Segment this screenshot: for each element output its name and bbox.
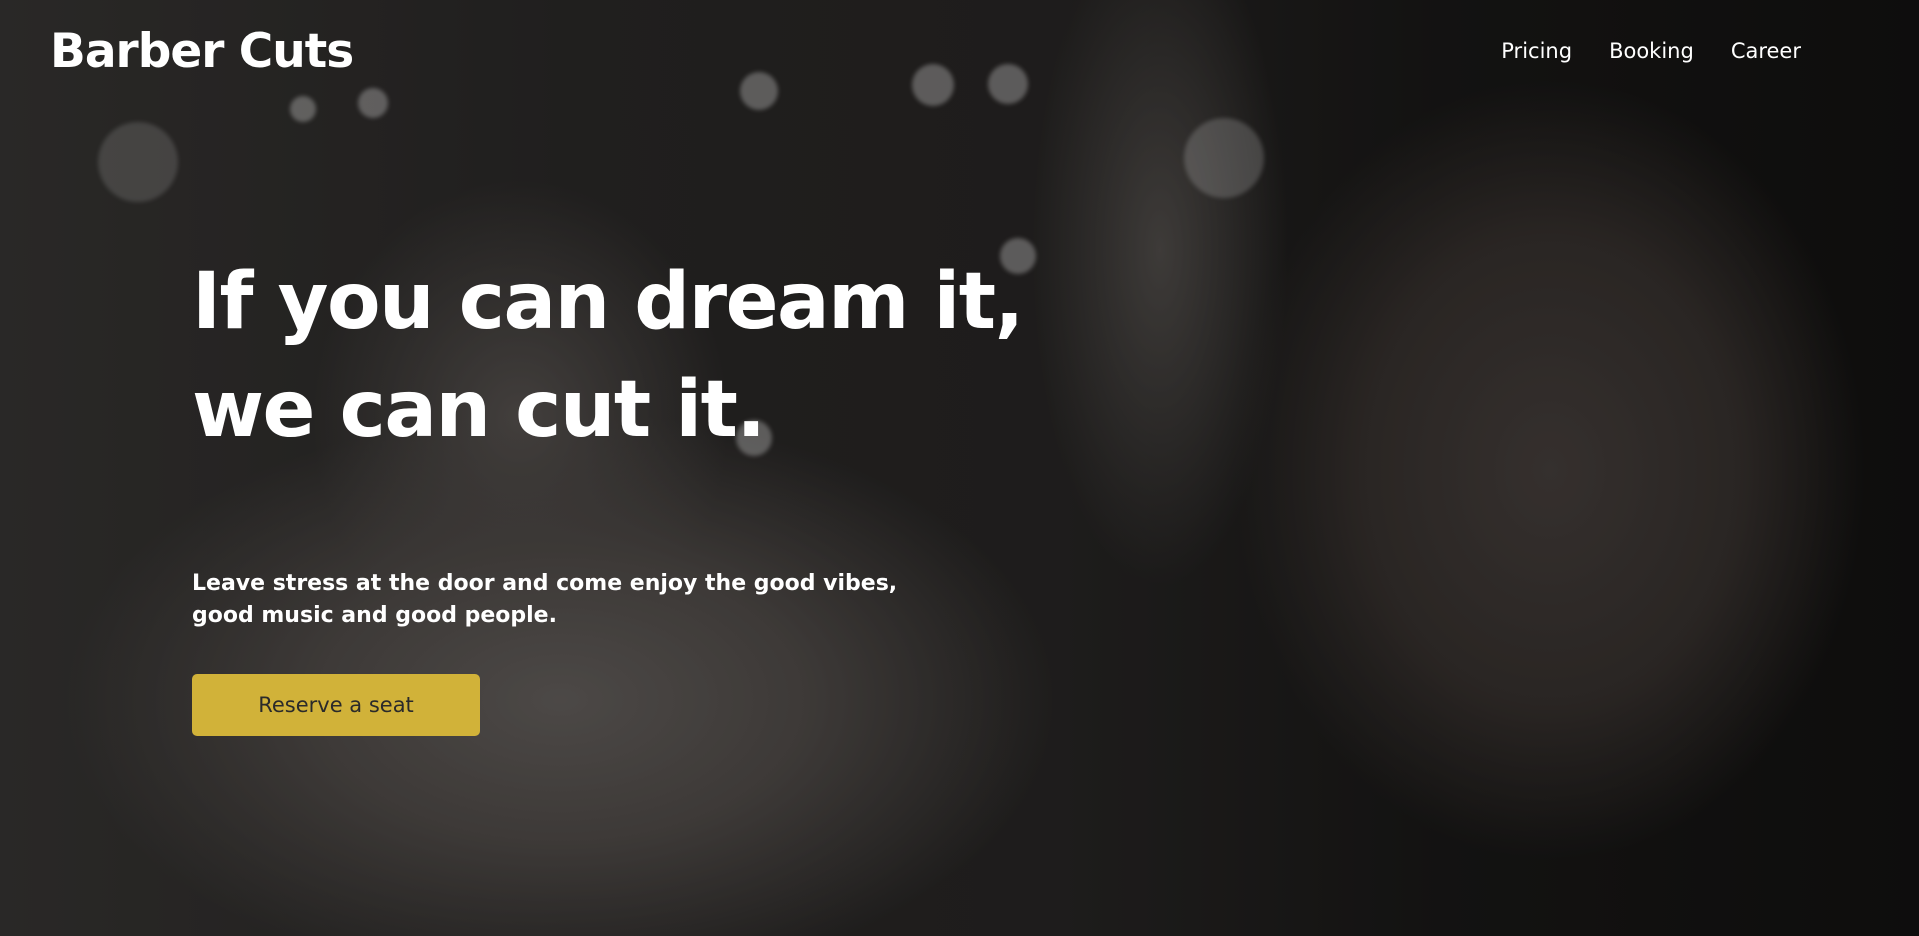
hero-headline-line-2: we can cut it. [192, 365, 766, 455]
background-light [98, 122, 178, 202]
hero-headline: If you can dream it, we can cut it. [192, 248, 1024, 464]
hero-section: Barber Cuts Pricing Booking Career If yo… [0, 0, 1919, 936]
nav-link-pricing[interactable]: Pricing [1501, 36, 1572, 66]
top-navigation: Barber Cuts Pricing Booking Career [0, 0, 1919, 104]
background-light [1184, 118, 1264, 198]
reserve-seat-button[interactable]: Reserve a seat [192, 674, 480, 736]
brand-logo[interactable]: Barber Cuts [50, 22, 354, 82]
hero-headline-line-1: If you can dream it, [192, 257, 1024, 347]
hero-subtext: Leave stress at the door and come enjoy … [192, 568, 898, 632]
nav-link-career[interactable]: Career [1731, 36, 1801, 66]
nav-links: Pricing Booking Career [1501, 36, 1801, 66]
hero-subtext-line-2: good music and good people. [192, 603, 557, 628]
hero-content: If you can dream it, we can cut it. Leav… [192, 248, 1024, 736]
hero-subtext-line-1: Leave stress at the door and come enjoy … [192, 571, 898, 596]
nav-link-booking[interactable]: Booking [1609, 36, 1694, 66]
